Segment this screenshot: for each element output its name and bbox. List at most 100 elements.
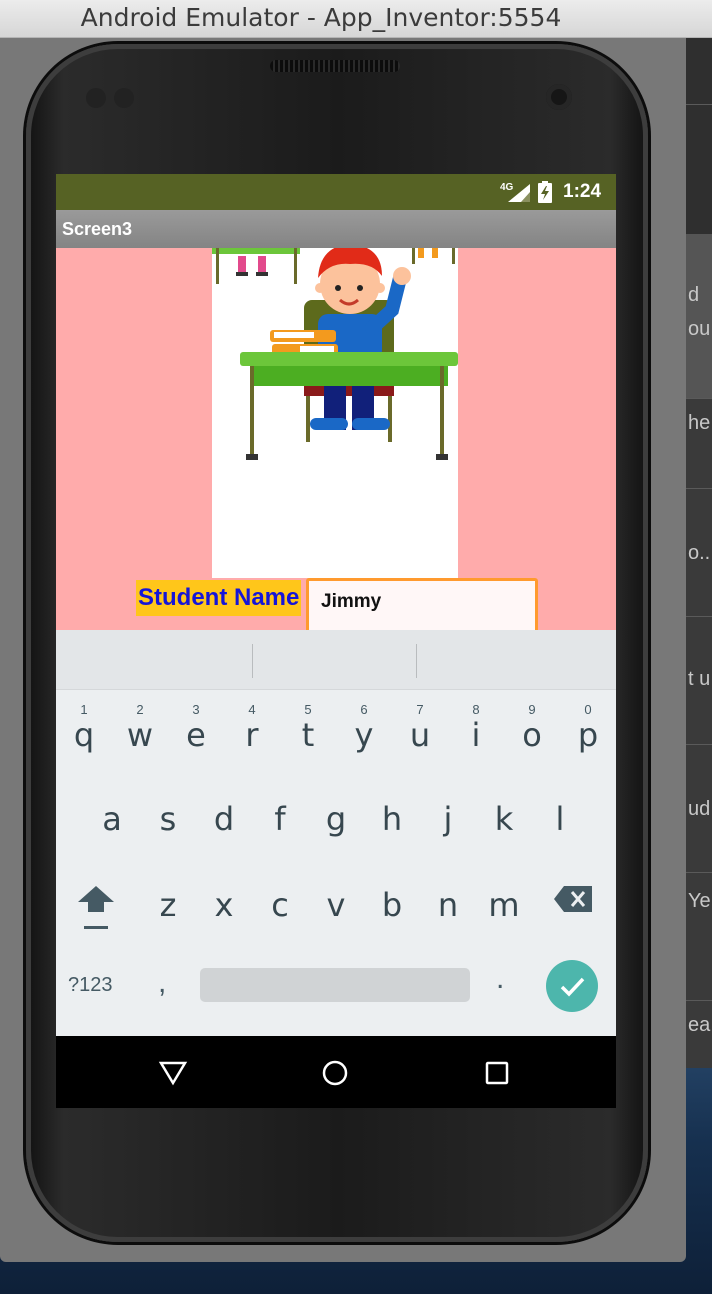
triangle-back-icon[interactable]: [158, 1058, 188, 1088]
key-a[interactable]: a: [84, 780, 140, 860]
key-label: d: [213, 800, 235, 838]
bg-fragment: d: [688, 284, 700, 306]
key-i[interactable]: 8i: [448, 694, 504, 774]
key-label: n: [437, 886, 459, 924]
key-z[interactable]: z: [140, 866, 196, 946]
status-bar: 4G 1:24: [56, 174, 616, 210]
key-label: w: [126, 716, 154, 754]
bg-fragment: o..: [688, 542, 711, 564]
key-j[interactable]: j: [420, 780, 476, 860]
key-f[interactable]: f: [252, 780, 308, 860]
key-label: e: [186, 716, 206, 754]
window-title: Android Emulator - App_Inventor:5554: [80, 3, 562, 32]
bg-divider: [686, 872, 712, 873]
key-e[interactable]: 3e: [168, 694, 224, 774]
device-screen: 4G 1:24 Screen3 Student Name Jimmy 1 q 2…: [56, 174, 616, 1108]
bg-fragment: ou: [688, 318, 711, 340]
key-hint: 9: [528, 702, 536, 717]
bg-divider: [686, 616, 712, 617]
key-hint: 3: [192, 702, 200, 717]
key-m[interactable]: m: [476, 866, 532, 946]
key-hint: 6: [360, 702, 368, 717]
bg-fragment: he: [688, 412, 711, 434]
bg-divider: [686, 1000, 712, 1001]
navigation-bar: [56, 1036, 616, 1108]
bg-panel: [686, 38, 712, 238]
key-label: v: [326, 886, 346, 924]
key-t[interactable]: 5t: [280, 694, 336, 774]
key-w[interactable]: 2w: [112, 694, 168, 774]
bg-fragment: ud: [688, 798, 711, 820]
key-label: i: [471, 716, 481, 754]
sensor-icon: [86, 88, 106, 108]
signal-icon: [508, 184, 530, 202]
key-label: q: [73, 716, 95, 754]
key-x[interactable]: x: [196, 866, 252, 946]
status-clock: 1:24: [563, 181, 602, 202]
suggestion-divider: [252, 644, 253, 678]
key-c[interactable]: c: [252, 866, 308, 946]
key-g[interactable]: g: [308, 780, 364, 860]
key-hint: 7: [416, 702, 424, 717]
suggestion-strip: [56, 630, 616, 690]
key-label: k: [494, 800, 514, 838]
key-hint: 4: [248, 702, 256, 717]
key-p[interactable]: 0p: [560, 694, 616, 774]
key-y[interactable]: 6y: [336, 694, 392, 774]
key-label: j: [443, 800, 453, 838]
key-label: f: [274, 800, 286, 838]
enter-key[interactable]: [546, 960, 598, 1012]
key-l[interactable]: l: [532, 780, 588, 860]
shift-icon[interactable]: [74, 880, 118, 940]
key-q[interactable]: 1q: [56, 694, 112, 774]
circle-home-icon[interactable]: [320, 1058, 350, 1088]
screen-title: Screen3: [62, 219, 133, 239]
key-label: y: [354, 716, 374, 754]
key-v[interactable]: v: [308, 866, 364, 946]
key-label: h: [381, 800, 403, 838]
bg-divider: [686, 398, 712, 399]
key-u[interactable]: 7u: [392, 694, 448, 774]
bg-fragment: Ye: [688, 890, 711, 912]
key-hint: 2: [136, 702, 144, 717]
action-bar: Screen3: [56, 210, 616, 248]
key-hint: 0: [584, 702, 592, 717]
student-image: [212, 248, 458, 578]
space-bar[interactable]: [200, 968, 470, 1002]
square-recents-icon[interactable]: [482, 1058, 512, 1088]
period-key[interactable]: .: [496, 962, 504, 996]
bg-divider: [686, 488, 712, 489]
sensor-icon: [114, 88, 134, 108]
window-title-bar[interactable]: Android Emulator - App_Inventor:5554: [0, 0, 712, 38]
bg-panel: [686, 234, 712, 398]
key-label: b: [381, 886, 403, 924]
student-name-input[interactable]: Jimmy: [306, 578, 538, 634]
student-name-label: Student Name: [136, 580, 302, 616]
emulator-window: 4G 1:24 Screen3 Student Name Jimmy 1 q 2…: [0, 0, 712, 1262]
bg-fragment: t u: [688, 668, 711, 690]
key-hint: 1: [80, 702, 88, 717]
key-label: u: [409, 716, 431, 754]
key-hint: 5: [304, 702, 312, 717]
symbols-key[interactable]: ?123: [68, 974, 113, 997]
key-hint: 8: [472, 702, 480, 717]
backspace-icon[interactable]: [552, 880, 596, 920]
comma-key[interactable]: ,: [158, 966, 166, 1000]
key-o[interactable]: 9o: [504, 694, 560, 774]
key-b[interactable]: b: [364, 866, 420, 946]
key-label: x: [214, 886, 234, 924]
bg-divider: [686, 744, 712, 745]
key-n[interactable]: n: [420, 866, 476, 946]
key-h[interactable]: h: [364, 780, 420, 860]
key-label: a: [102, 800, 122, 838]
key-label: o: [522, 716, 542, 754]
key-label: z: [159, 886, 177, 924]
key-k[interactable]: k: [476, 780, 532, 860]
key-r[interactable]: 4r: [224, 694, 280, 774]
key-label: g: [325, 800, 347, 838]
key-s[interactable]: s: [140, 780, 196, 860]
key-label: p: [577, 716, 599, 754]
key-label: m: [488, 886, 520, 924]
key-d[interactable]: d: [196, 780, 252, 860]
key-label: t: [301, 716, 315, 754]
